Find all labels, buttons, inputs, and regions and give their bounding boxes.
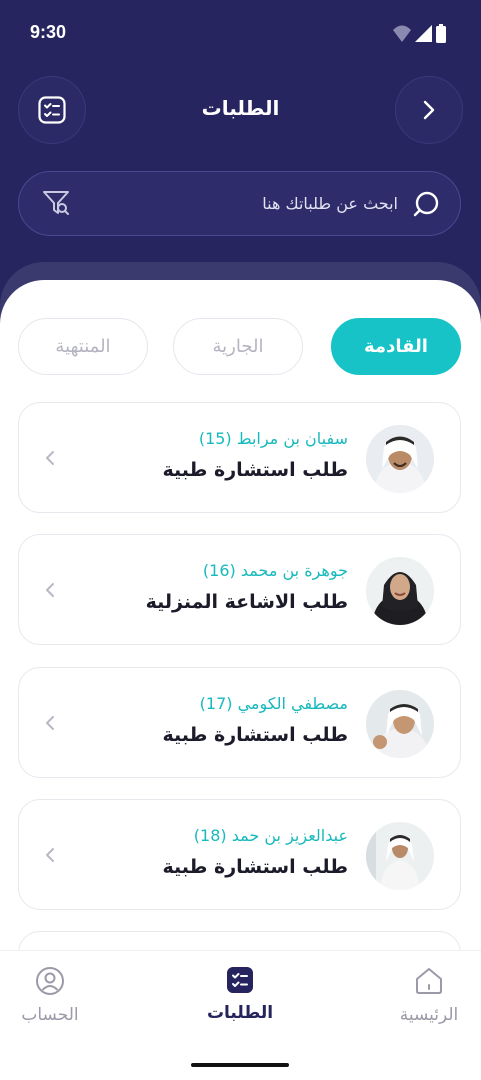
avatar [366,822,434,890]
requester-name: عبدالعزيز بن حمد (18) [193,826,348,845]
nav-item-home[interactable]: الرئيسية [379,965,479,1045]
nav-label: الرئيسية [399,1005,459,1025]
nav-item-account[interactable]: الحساب [0,965,100,1045]
request-card[interactable]: جوهرة بن محمد (16) طلب الاشاعة المنزلية [18,534,461,645]
request-card[interactable]: عبدالعزيز بن حمد (18) طلب استشارة طبية [18,799,461,910]
tab-ongoing[interactable]: الجارية [173,318,303,375]
search-icon[interactable] [412,190,440,218]
avatar [366,425,434,493]
avatar [366,690,434,758]
back-button[interactable] [395,76,463,144]
header: الطلبات [0,76,481,144]
requester-name: جوهرة بن محمد (16) [202,561,348,580]
user-icon [36,967,64,995]
nav-item-requests[interactable]: الطلبات [190,965,290,1045]
wifi-icon [393,25,411,42]
request-card[interactable]: سفيان بن مرابط (15) طلب استشارة طبية [18,402,461,513]
checklist-icon [227,967,253,993]
requester-name: سفيان بن مرابط (15) [198,429,348,448]
bottom-nav: الرئيسية الطلبات الحساب [0,950,481,1080]
signal-icon [415,25,432,42]
chevron-left-icon [46,716,54,730]
filter-icon[interactable] [41,188,71,218]
status-tabs: القادمة الجارية المنتهية [18,318,461,375]
nav-label: الطلبات [206,1003,274,1023]
search-bar [18,171,461,236]
request-title: طلب استشارة طبية [162,856,348,878]
requests-screen: 9:30 الطلبات ابحث عن طلباتك هنا القادمة … [0,0,481,1080]
request-title: طلب استشارة طبية [162,724,348,746]
chevron-left-icon [46,583,54,597]
requester-name: مصطفي الكومي (17) [199,694,348,713]
tab-upcoming[interactable]: القادمة [331,318,461,375]
nav-label: الحساب [21,1005,79,1025]
battery-icon [436,24,446,43]
chevron-left-icon [46,451,54,465]
tab-finished[interactable]: المنتهية [18,318,148,375]
request-title: طلب استشارة طبية [162,459,348,481]
chevron-left-icon [46,848,54,862]
status-time: 9:30 [30,22,67,42]
request-title: طلب الاشاعة المنزلية [145,591,348,613]
search-input[interactable] [98,172,398,235]
request-card[interactable]: مصطفي الكومي (17) طلب استشارة طبية [18,667,461,778]
status-icons [393,24,446,43]
chevron-right-icon [423,100,435,120]
status-bar: 9:30 [0,0,481,70]
avatar [366,557,434,625]
home-icon [416,968,442,994]
home-indicator [191,1063,289,1067]
